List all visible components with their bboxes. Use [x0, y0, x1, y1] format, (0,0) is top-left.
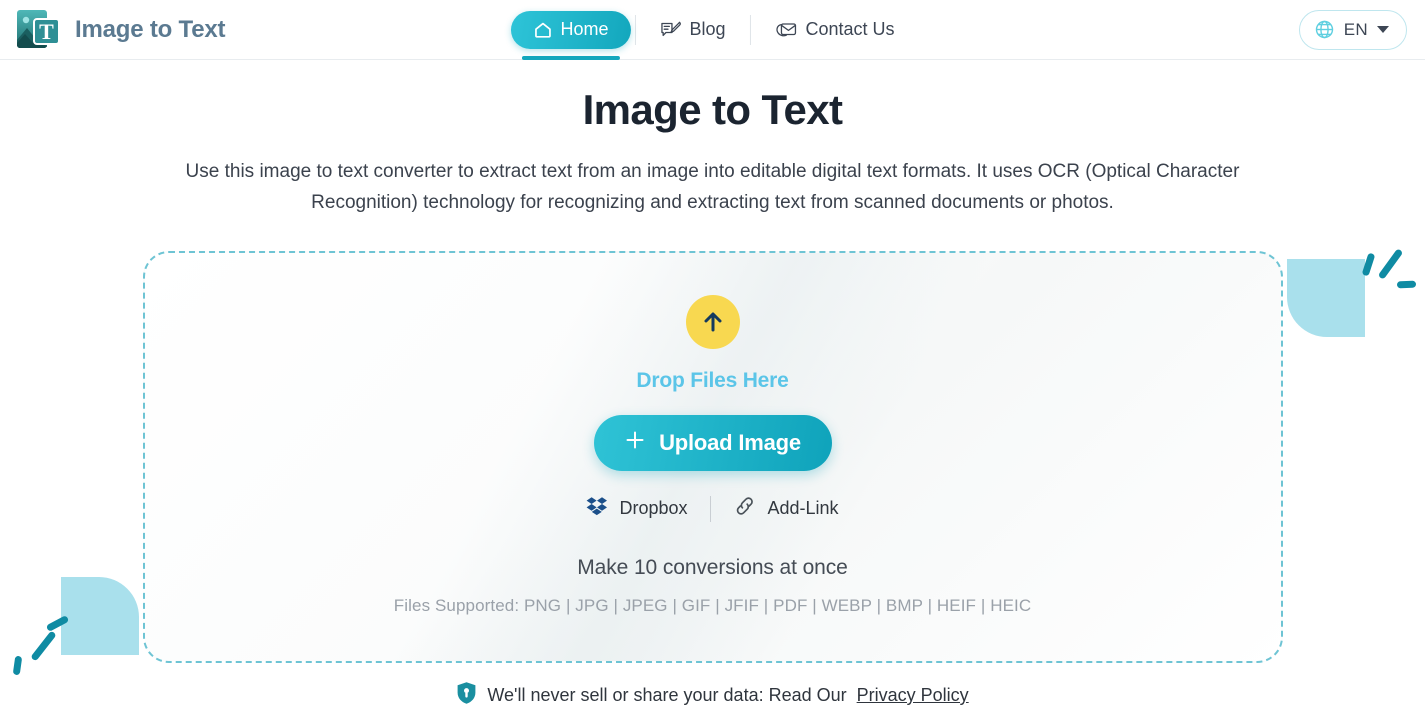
page-title: Image to Text [582, 86, 843, 133]
link-chain-icon [733, 495, 757, 522]
language-label: EN [1343, 19, 1368, 39]
plus-icon [624, 429, 646, 457]
upload-image-button[interactable]: Upload Image [593, 415, 832, 471]
dropbox-source-button[interactable]: Dropbox [564, 496, 709, 521]
hero-section: Image to Text Use this image to text con… [0, 60, 1425, 218]
nav-item-contact-us[interactable]: Contact Us [755, 11, 915, 49]
home-icon [532, 20, 552, 40]
nav-item-home-label: Home [560, 19, 609, 39]
decorative-sparks-top-right [1353, 239, 1423, 309]
decorative-sparks-bottom-left [3, 609, 73, 679]
chevron-down-icon [1377, 26, 1389, 33]
supported-formats-note: Files Supported: PNG | JPG | JPEG | GIF … [393, 596, 1032, 615]
conversions-note: Make 10 conversions at once [577, 556, 848, 579]
envelope-icon [775, 20, 798, 40]
privacy-policy-link[interactable]: Privacy Policy [857, 685, 969, 706]
image-text-logo-icon: T [16, 8, 62, 52]
nav-divider [749, 14, 751, 45]
add-link-source-label: Add-Link [767, 498, 839, 518]
dropzone-wrapper: Drop Files Here Upload Image Dropbox Add… [12, 248, 1416, 676]
dropbox-source-label: Dropbox [619, 498, 688, 518]
privacy-note-text: We'll never sell or share your data: Rea… [487, 685, 847, 705]
add-link-source-button[interactable]: Add-Link [711, 495, 861, 522]
svg-text:T: T [39, 19, 54, 44]
nav-item-blog-label: Blog [689, 19, 726, 39]
dropbox-icon [586, 496, 608, 521]
file-dropzone[interactable]: Drop Files Here Upload Image Dropbox Add… [142, 251, 1283, 663]
brand-title: Image to Text [75, 15, 226, 43]
app-header: T Image to Text Home Blog Contact Us EN [0, 0, 1425, 60]
globe-icon [1314, 19, 1335, 40]
privacy-note: We'll never sell or share your data: Rea… [0, 681, 1425, 710]
shield-lock-icon [456, 681, 477, 710]
page-description: Use this image to text converter to extr… [185, 161, 1240, 213]
dropzone-content: Drop Files Here Upload Image Dropbox Add… [145, 253, 1281, 616]
alternate-upload-sources: Dropbox Add-Link [564, 495, 860, 522]
nav-item-blog[interactable]: Blog [639, 11, 745, 49]
main-navigation: Home Blog Contact Us [510, 0, 915, 60]
brand-logo-link[interactable]: T Image to Text [16, 8, 226, 52]
drop-files-label: Drop Files Here [636, 369, 789, 392]
blog-pencil-icon [659, 20, 681, 40]
language-selector[interactable]: EN [1298, 9, 1407, 50]
nav-divider [634, 14, 636, 45]
upload-arrow-icon [685, 295, 740, 349]
upload-image-button-label: Upload Image [659, 430, 801, 455]
nav-item-contact-us-label: Contact Us [805, 19, 895, 39]
nav-item-home[interactable]: Home [510, 10, 631, 60]
